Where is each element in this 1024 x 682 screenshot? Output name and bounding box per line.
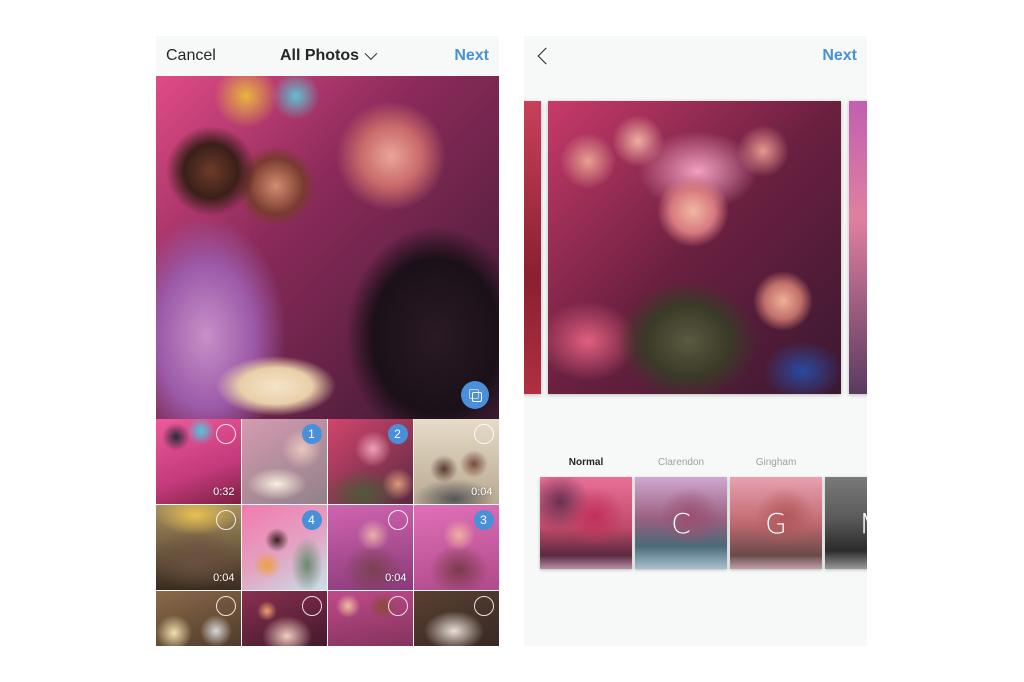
photo-picker-screen: Cancel All Photos Next 0:32 1 2 0:04 0:0… (156, 36, 499, 646)
video-duration: 0:04 (385, 571, 407, 584)
selected-photo-preview[interactable] (156, 76, 499, 419)
grid-photo[interactable]: 0:04 (156, 505, 241, 590)
filter-thumbnail[interactable]: C (635, 477, 727, 569)
filter-thumbnail[interactable]: M (825, 477, 867, 569)
chevron-down-icon (364, 46, 377, 60)
grid-photo[interactable]: 0:04 (414, 419, 499, 504)
carousel-previous-photo[interactable] (524, 101, 541, 394)
select-circle[interactable] (473, 596, 494, 616)
multi-select-button[interactable] (461, 381, 489, 409)
filter-strip: Normal Clarendon C Gingham G M M (540, 456, 867, 571)
editor-navbar: Next (524, 36, 867, 76)
select-circle[interactable] (301, 596, 322, 616)
carousel-next-photo[interactable] (849, 101, 867, 394)
filter-label: Normal (568, 457, 604, 468)
filter-label: Clarendon (657, 457, 705, 468)
filter-label: M (825, 456, 868, 470)
filter-label: Gingham (755, 457, 797, 468)
selection-number-badge[interactable]: 4 (301, 510, 322, 530)
grid-photo[interactable]: 1 (242, 419, 327, 504)
chevron-left-icon (537, 47, 555, 65)
filter-letter: G (765, 506, 787, 540)
video-duration: 0:04 (213, 571, 235, 584)
video-duration: 0:04 (471, 485, 493, 498)
grid-photo[interactable]: 0:32 (156, 419, 241, 504)
grid-photo[interactable] (242, 591, 327, 646)
grid-photo[interactable] (414, 591, 499, 646)
selection-number-badge[interactable]: 3 (473, 510, 494, 530)
select-circle[interactable] (215, 424, 236, 444)
select-circle[interactable] (387, 596, 408, 616)
album-selector[interactable]: All Photos (279, 46, 377, 65)
back-button[interactable] (534, 44, 555, 68)
grid-photo[interactable]: 2 (328, 419, 413, 504)
multi-select-icon (468, 388, 482, 402)
selection-number-badge[interactable]: 2 (387, 424, 408, 444)
grid-photo[interactable] (156, 591, 241, 646)
picker-navbar: Cancel All Photos Next (156, 36, 499, 76)
select-circle[interactable] (215, 596, 236, 616)
photo-grid: 0:32 1 2 0:04 0:04 4 0:04 3 (156, 419, 499, 646)
carousel-current-photo[interactable] (548, 101, 841, 394)
photo-carousel[interactable] (524, 101, 867, 394)
filter-thumbnail[interactable] (540, 477, 632, 569)
filter-editor-screen: Next Normal Clarendon C Gingham G M M (524, 36, 867, 646)
video-duration: 0:32 (213, 485, 235, 498)
selection-number-badge[interactable]: 1 (301, 424, 322, 444)
next-button[interactable]: Next (822, 47, 857, 65)
grid-photo[interactable]: 3 (414, 505, 499, 590)
grid-photo[interactable]: 0:04 (328, 505, 413, 590)
filter-gingham[interactable]: Gingham G (730, 456, 822, 569)
filter-letter: M (859, 507, 867, 540)
filter-clarendon[interactable]: Clarendon C (635, 456, 727, 569)
select-circle[interactable] (387, 510, 408, 530)
next-button[interactable]: Next (454, 47, 489, 65)
filter-normal[interactable]: Normal (540, 456, 632, 569)
cancel-button[interactable]: Cancel (166, 47, 216, 65)
album-title: All Photos (279, 47, 360, 64)
select-circle[interactable] (215, 510, 236, 530)
select-circle[interactable] (473, 424, 494, 444)
filter-thumbnail[interactable]: G (730, 477, 822, 569)
grid-photo[interactable]: 4 (242, 505, 327, 590)
grid-photo[interactable] (328, 591, 413, 646)
filter-letter: C (671, 506, 691, 540)
filter-m[interactable]: M M (825, 456, 868, 569)
